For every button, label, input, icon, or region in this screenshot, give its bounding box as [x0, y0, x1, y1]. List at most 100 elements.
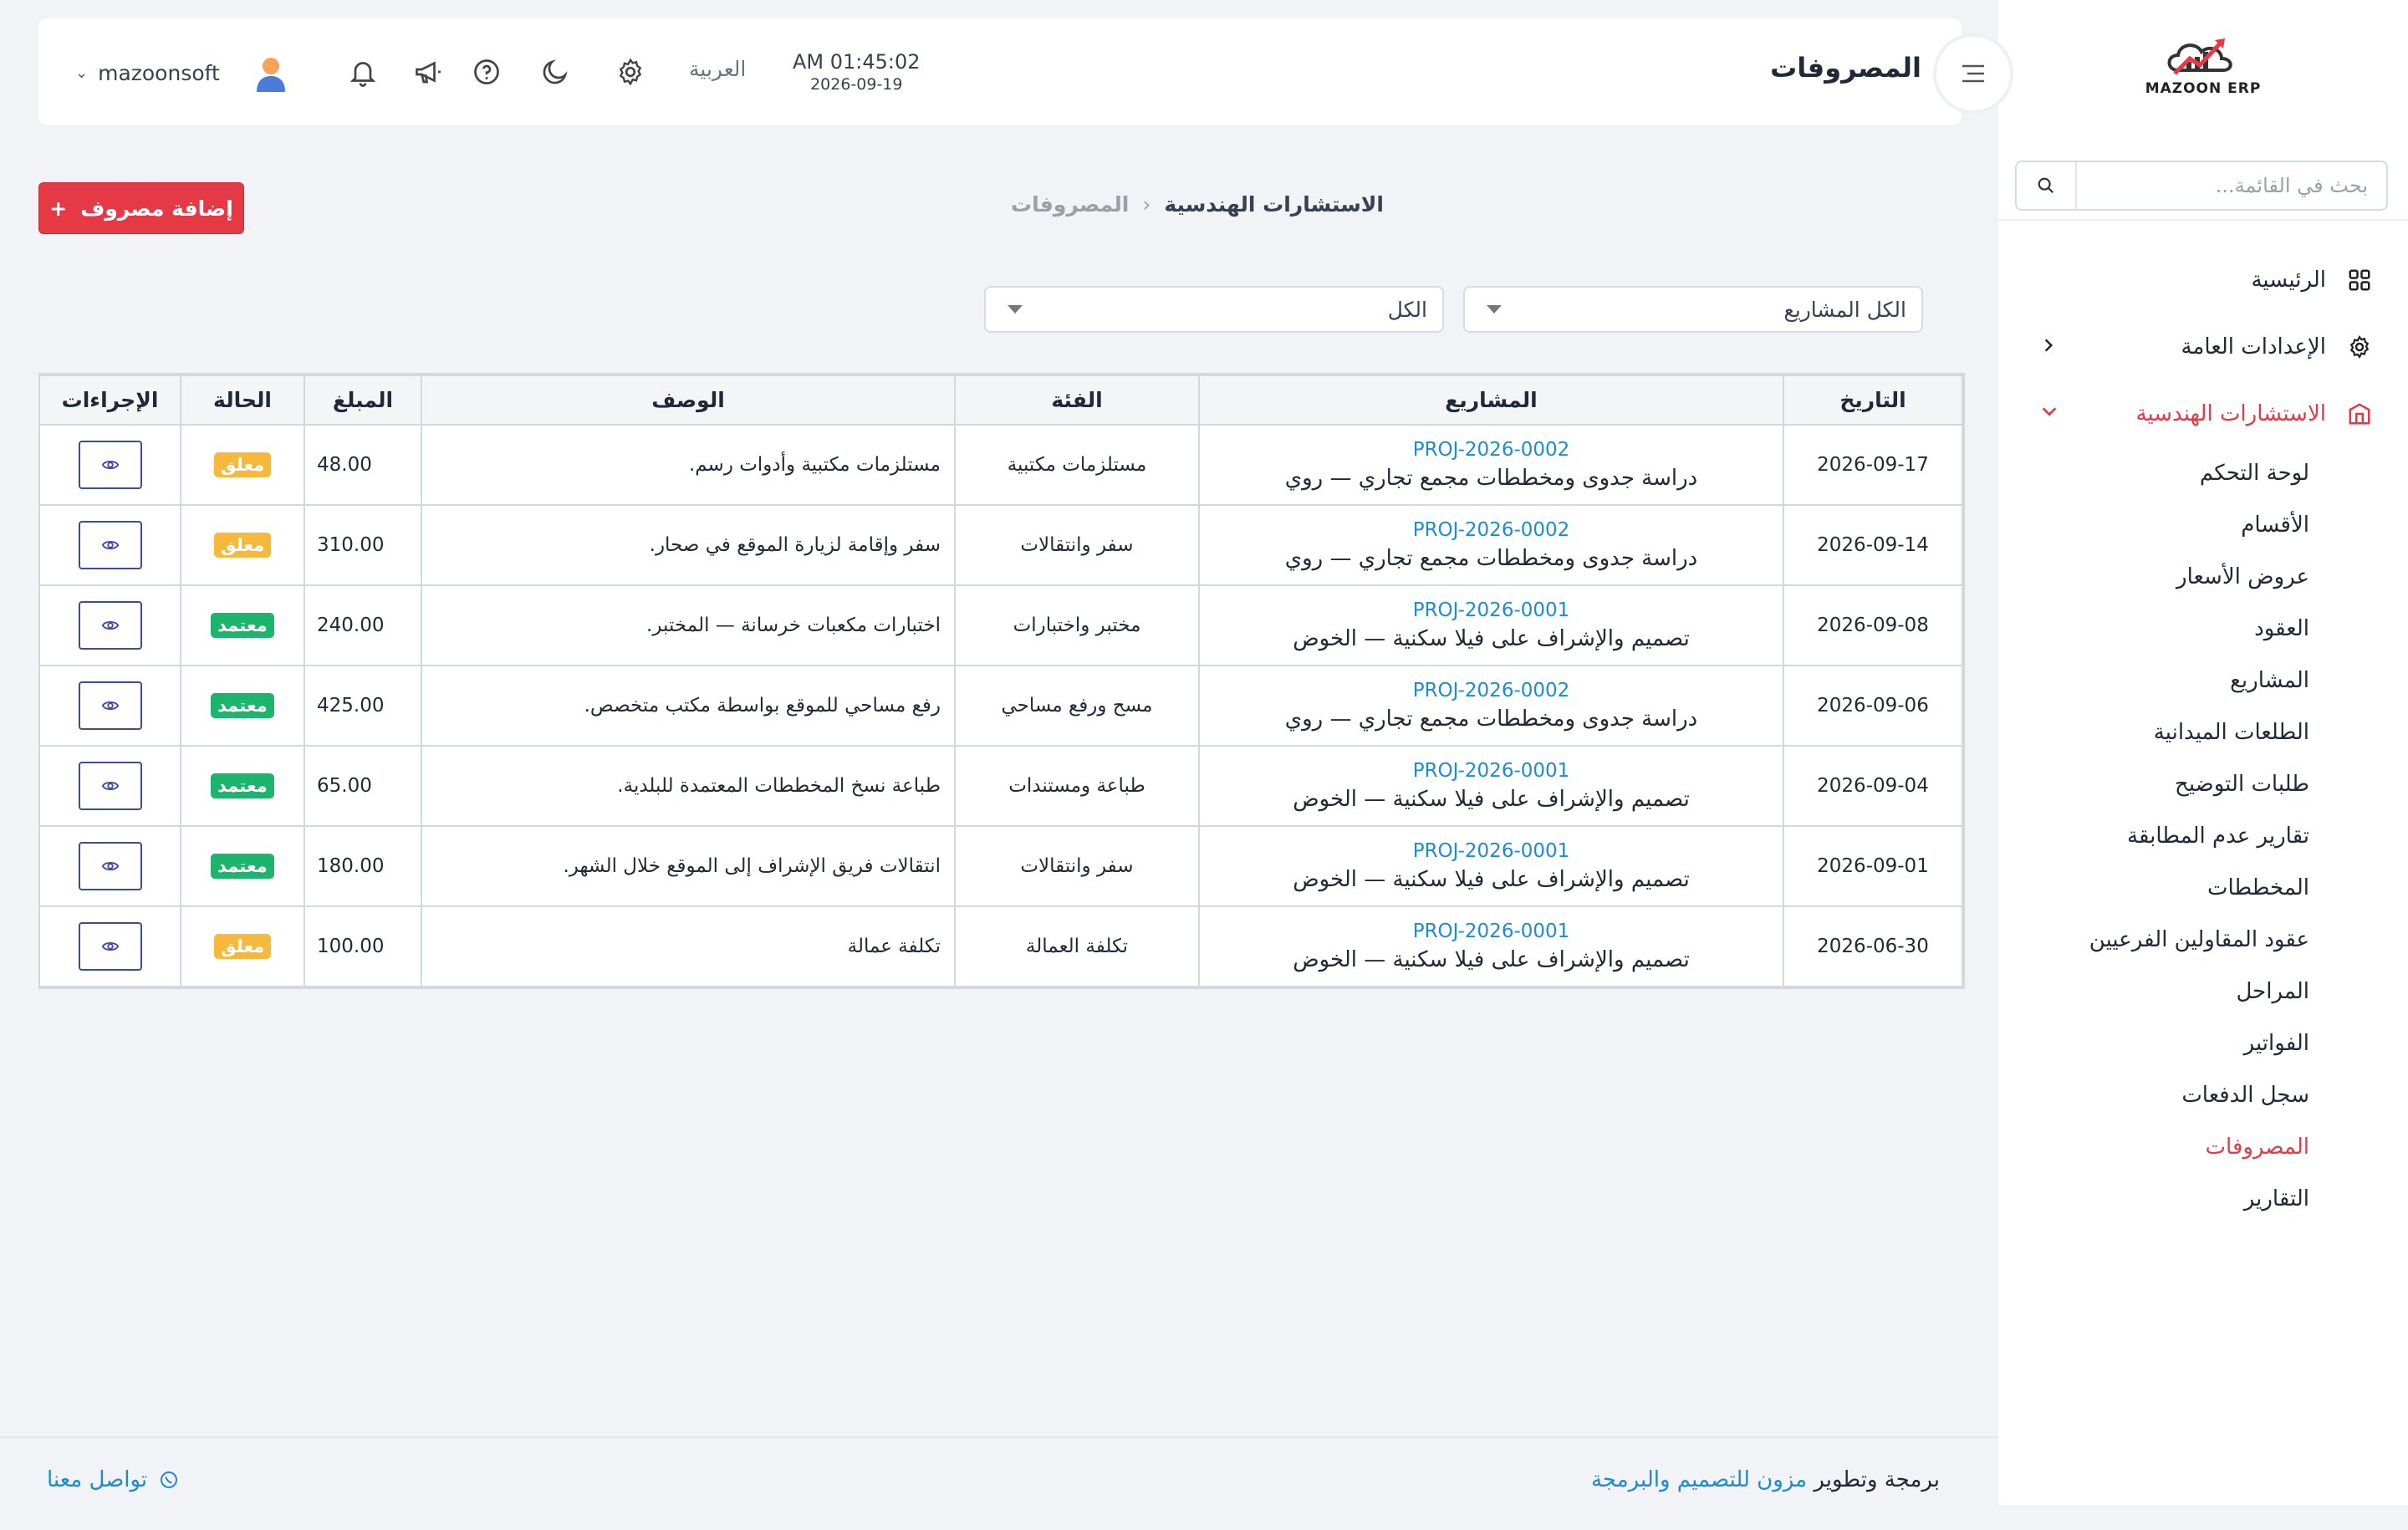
- eye-icon: [101, 701, 119, 711]
- cell-actions: [38, 665, 181, 747]
- gear-icon: [2344, 332, 2375, 362]
- logo[interactable]: MAZOON ERP: [2145, 33, 2262, 109]
- cell-date: 2026-09-01: [1783, 825, 1963, 907]
- project-name: دراسة جدوى ومخططات مجمع تجاري — روي: [1284, 466, 1698, 491]
- project-code-link[interactable]: PROJ-2026-0002: [1201, 680, 1782, 701]
- sidebar-subitem[interactable]: الفواتير: [1998, 1017, 2309, 1069]
- sidebar-item-home[interactable]: الرئيسية: [1998, 247, 2408, 314]
- sidebar-item-label: الاستشارات الهندسية: [2135, 401, 2326, 426]
- column-header-category[interactable]: الفئة: [954, 375, 1200, 426]
- sidebar-subitem[interactable]: تقارير عدم المطابقة: [1998, 810, 2309, 862]
- status-badge: معتمد: [211, 773, 274, 798]
- table-row: 2026-09-17 PROJ-2026-0002 دراسة جدوى ومخطط…: [38, 424, 1963, 506]
- cell-date: 2026-09-17: [1783, 424, 1963, 506]
- sidebar-subitem[interactable]: المخططات: [1998, 862, 2309, 914]
- notifications-button[interactable]: [343, 52, 383, 92]
- project-code-link[interactable]: PROJ-2026-0002: [1201, 439, 1782, 461]
- cell-status: معتمد: [180, 584, 305, 666]
- sidebar-subitem[interactable]: التقارير: [1998, 1173, 2309, 1225]
- sidebar-item-label: الإعدادات العامة: [2181, 334, 2326, 360]
- contact-link[interactable]: تواصل معنا: [47, 1467, 179, 1492]
- help-button[interactable]: [467, 52, 507, 92]
- chevron-down-icon: [2040, 401, 2059, 426]
- menu-toggle-button[interactable]: [1933, 33, 2013, 114]
- sidebar-subitem[interactable]: المراحل: [1998, 966, 2309, 1017]
- announcements-button[interactable]: [408, 52, 448, 92]
- sidebar-subitem[interactable]: عقود المقاولين الفرعيين: [1998, 914, 2309, 966]
- cell-category: مسح ورفع مساحي: [954, 665, 1200, 747]
- status-badge: معتمد: [211, 854, 274, 879]
- sidebar-item-settings[interactable]: الإعدادات العامة: [1998, 314, 2408, 380]
- view-button[interactable]: [78, 681, 142, 730]
- footer-credit: برمجة وتطوير مزون للتصميم والبرمجة: [1591, 1467, 1940, 1492]
- language-switch[interactable]: العربية: [689, 57, 746, 81]
- cell-amount: 180.00: [304, 825, 422, 907]
- sidebar-item-engineering[interactable]: الاستشارات الهندسية: [1998, 380, 2408, 447]
- project-code-link[interactable]: PROJ-2026-0001: [1201, 921, 1782, 942]
- view-button[interactable]: [78, 922, 142, 971]
- sidebar-subitem[interactable]: سجل الدفعات: [1998, 1069, 2309, 1121]
- cell-category: تكلفة العمالة: [954, 905, 1200, 987]
- view-button[interactable]: [78, 601, 142, 650]
- table-row: 2026-09-04 PROJ-2026-0001 تصميم والإشراف ع…: [38, 745, 1963, 827]
- category-filter-select[interactable]: الكل: [984, 286, 1444, 333]
- column-header-amount[interactable]: المبلغ: [304, 375, 422, 426]
- breadcrumb-parent[interactable]: الاستشارات الهندسية: [1164, 192, 1384, 217]
- status-badge: معلق: [213, 934, 272, 959]
- column-header-projects[interactable]: المشاريع: [1198, 375, 1784, 426]
- view-button[interactable]: [78, 441, 142, 489]
- project-code-link[interactable]: PROJ-2026-0001: [1201, 760, 1782, 782]
- cell-date: 2026-09-04: [1783, 745, 1963, 827]
- sidebar-subitem[interactable]: الطلعات الميدانية: [1998, 706, 2309, 758]
- project-code-link[interactable]: PROJ-2026-0001: [1201, 840, 1782, 862]
- column-header-actions: الإجراءات: [38, 375, 181, 426]
- project-filter-select[interactable]: الكل المشاريع: [1463, 286, 1923, 333]
- sidebar-search: [2015, 161, 2388, 211]
- project-code-link[interactable]: PROJ-2026-0001: [1201, 599, 1782, 621]
- cell-actions: [38, 905, 181, 987]
- column-header-description[interactable]: الوصف: [421, 375, 956, 426]
- clock-time: AM 01:45:02: [793, 50, 921, 74]
- cell-status: معتمد: [180, 825, 305, 907]
- user-menu[interactable]: ⌄ mazoonsoft: [75, 52, 292, 94]
- search-button[interactable]: [2017, 162, 2077, 209]
- breadcrumb: الاستشارات الهندسية ‹ المصروفات: [1011, 192, 1384, 217]
- sidebar-subitem-expenses[interactable]: المصروفات: [1998, 1121, 2309, 1173]
- sidebar-subitem[interactable]: العقود: [1998, 603, 2309, 655]
- plus-icon: +: [49, 196, 68, 221]
- view-button[interactable]: [78, 762, 142, 810]
- dark-mode-button[interactable]: [535, 52, 575, 92]
- add-expense-button[interactable]: إضافة مصروف +: [38, 182, 244, 234]
- column-header-status[interactable]: الحالة: [180, 375, 305, 426]
- table-row: 2026-09-06 PROJ-2026-0002 دراسة جدوى ومخطط…: [38, 665, 1963, 747]
- settings-button[interactable]: [610, 52, 650, 92]
- logo-text: MAZOON ERP: [2145, 80, 2262, 97]
- sidebar-subitem[interactable]: لوحة التحكم: [1998, 447, 2309, 499]
- eye-icon: [101, 941, 119, 951]
- sidebar-subitem[interactable]: طلبات التوضيح: [1998, 758, 2309, 810]
- view-button[interactable]: [78, 842, 142, 890]
- cell-category: مختبر واختبارات: [954, 584, 1200, 666]
- caret-down-icon: [1487, 305, 1502, 314]
- eye-icon: [101, 540, 119, 550]
- sidebar-nav: الرئيسية الإعدادات العامة الاستشارات اله…: [1998, 247, 2408, 1225]
- contact-label: تواصل معنا: [47, 1467, 148, 1492]
- add-expense-label: إضافة مصروف: [80, 196, 233, 221]
- page-title: المصروفات: [1770, 52, 1921, 84]
- cell-amount: 100.00: [304, 905, 422, 987]
- sidebar-subitem[interactable]: عروض الأسعار: [1998, 551, 2309, 603]
- cell-amount: 48.00: [304, 424, 422, 506]
- category-filter-value: الكل: [1387, 297, 1427, 322]
- sidebar-subitem[interactable]: الأقسام: [1998, 499, 2309, 551]
- table-header-row: التاريخ المشاريع الفئة الوصف المبلغ الحا…: [38, 375, 1963, 426]
- column-header-date[interactable]: التاريخ: [1783, 375, 1963, 426]
- cell-project: PROJ-2026-0002 دراسة جدوى ومخططات مجمع تج…: [1198, 665, 1784, 747]
- footer-divider: [0, 1436, 1998, 1438]
- sidebar-subitem[interactable]: المشاريع: [1998, 655, 2309, 706]
- footer-credit-link[interactable]: مزون للتصميم والبرمجة: [1591, 1467, 1807, 1492]
- sidebar-search-input[interactable]: [2077, 165, 2386, 207]
- cell-category: سفر وانتقالات: [954, 825, 1200, 907]
- gear-icon: [619, 58, 642, 86]
- project-code-link[interactable]: PROJ-2026-0002: [1201, 519, 1782, 541]
- view-button[interactable]: [78, 521, 142, 569]
